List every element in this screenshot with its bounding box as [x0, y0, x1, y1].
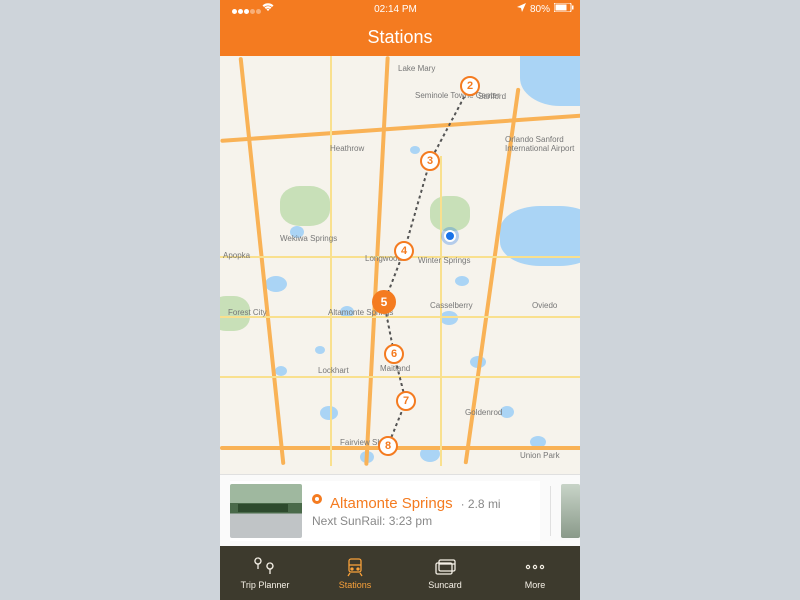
- station-card-strip[interactable]: Altamonte Springs · 2.8 mi Next SunRail:…: [220, 474, 580, 546]
- map-label: Orlando Sanford International Airport: [505, 136, 575, 154]
- map-label: Seminole Towne Center: [415, 91, 500, 100]
- map-label: Lake Mary: [398, 64, 435, 73]
- next-station-peek[interactable]: [561, 484, 580, 538]
- station-pin-5[interactable]: 5: [372, 290, 396, 314]
- trip-planner-icon: [252, 556, 278, 578]
- tab-suncard[interactable]: Suncard: [400, 546, 490, 600]
- battery-icon: [554, 3, 574, 15]
- app-screen: 02:14 PM 80% Stations: [220, 0, 580, 600]
- battery-pct: 80%: [530, 4, 550, 15]
- map-label: Casselberry: [430, 301, 473, 310]
- map[interactable]: Sanford Heathrow Lake Mary Winter Spring…: [220, 56, 580, 474]
- suncard-icon: [433, 556, 457, 578]
- signal-dots-icon: [226, 6, 258, 12]
- station-name: Altamonte Springs: [330, 495, 453, 512]
- map-label: Oviedo: [532, 301, 557, 310]
- user-location-dot: [444, 230, 456, 242]
- station-pin-8[interactable]: 8: [378, 436, 398, 456]
- station-thumbnail: [230, 484, 302, 538]
- station-distance: · 2.8 mi: [461, 497, 501, 511]
- map-label: Maitland: [380, 364, 410, 373]
- status-right: 80%: [517, 3, 574, 15]
- map-label: Wekiwa Springs: [280, 234, 337, 243]
- location-arrow-icon: [517, 3, 526, 15]
- card-divider: [550, 486, 551, 536]
- wifi-icon: [262, 3, 274, 15]
- station-next-train: Next SunRail: 3:23 pm: [312, 514, 540, 528]
- tab-label: Trip Planner: [241, 580, 290, 590]
- map-label: Union Park: [520, 451, 560, 460]
- station-pin-7[interactable]: 7: [396, 391, 416, 411]
- map-label: Heathrow: [330, 144, 364, 153]
- tab-label: Suncard: [428, 580, 462, 590]
- map-pin-icon: [312, 494, 322, 508]
- page-title: Stations: [367, 27, 432, 48]
- map-label: Apopka: [223, 251, 250, 260]
- station-card[interactable]: Altamonte Springs · 2.8 mi Next SunRail:…: [230, 481, 540, 541]
- status-time: 02:14 PM: [374, 4, 417, 15]
- station-info: Altamonte Springs · 2.8 mi Next SunRail:…: [312, 494, 540, 528]
- tab-bar: Trip Planner Stations Suncard More: [220, 546, 580, 600]
- tab-more[interactable]: More: [490, 546, 580, 600]
- status-left: [226, 3, 274, 15]
- map-label: Lockhart: [318, 366, 349, 375]
- tab-stations[interactable]: Stations: [310, 546, 400, 600]
- map-label: Goldenrod: [465, 408, 502, 417]
- stations-icon: [344, 556, 366, 578]
- station-pin-6[interactable]: 6: [384, 344, 404, 364]
- map-label: Forest City: [228, 308, 267, 317]
- map-label: Winter Springs: [418, 256, 470, 265]
- station-pin-2[interactable]: 2: [460, 76, 480, 96]
- status-bar: 02:14 PM 80%: [220, 0, 580, 18]
- tab-trip-planner[interactable]: Trip Planner: [220, 546, 310, 600]
- header: Stations: [220, 18, 580, 56]
- tab-label: Stations: [339, 580, 372, 590]
- station-pin-4[interactable]: 4: [394, 241, 414, 261]
- station-pin-3[interactable]: 3: [420, 151, 440, 171]
- more-icon: [524, 556, 546, 578]
- tab-label: More: [525, 580, 546, 590]
